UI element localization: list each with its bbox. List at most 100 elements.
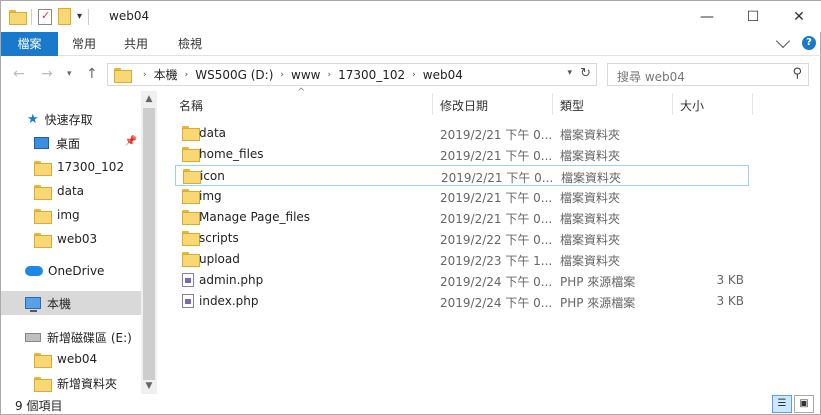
address-bar[interactable]: › 本機 › WS500G (D:) › www › 17300_102 › w… [107,63,597,86]
back-button[interactable]: ← [13,66,25,82]
column-name[interactable]: 名稱 [179,97,203,114]
cloud-icon [25,266,43,276]
folder-icon [34,160,52,176]
ribbon-tabs: 檔案 常用 共用 檢視 ? [1,32,821,56]
chevron-down-icon[interactable]: ▾ [567,68,572,78]
pin-icon[interactable]: 📌 [125,136,137,147]
file-row[interactable]: data 2019/2/21 下午 0... 檔案資料夾 [175,123,749,144]
help-icon[interactable]: ? [802,36,816,50]
column-divider[interactable] [552,93,553,115]
toolbar-divider [31,8,32,25]
file-row[interactable]: Manage Page_files 2019/2/21 下午 0... 檔案資料… [175,207,749,228]
file-row[interactable]: index.php 2019/2/24 下午 0... PHP 來源檔案 3 K… [175,291,749,312]
file-date: 2019/2/21 下午 0... [440,128,553,142]
window-controls: — ☐ ✕ [684,1,821,32]
tab-file[interactable]: 檔案 [1,32,58,56]
file-row[interactable]: upload 2019/2/23 下午 1... 檔案資料夾 [175,249,749,270]
file-row[interactable]: icon 2019/2/21 下午 0... 檔案資料夾 [175,165,749,186]
up-button[interactable]: ↑ [86,66,98,82]
recent-locations-icon[interactable]: ▾ [67,69,72,79]
file-type: 檔案資料夾 [560,191,621,205]
large-icons-view-icon[interactable]: ▣ [794,395,814,413]
chevron-right-icon[interactable]: › [412,70,416,80]
folder-icon[interactable] [9,10,27,25]
ribbon-controls: ? [775,33,816,50]
nav-pane-scrollbar[interactable]: ▲ ▼ [141,91,157,394]
scroll-down-icon[interactable]: ▼ [141,378,157,394]
refresh-icon[interactable]: ↻ [580,66,591,81]
nav-item-label: 本機 [47,296,72,311]
breadcrumb-item[interactable]: 本機 [154,66,178,83]
breadcrumb-item[interactable]: 17300_102 [338,68,405,82]
nav-item-web03[interactable]: web03 [1,227,141,251]
search-icon[interactable]: ⚲ [792,66,802,81]
computer-icon [25,297,41,312]
drive-icon [25,332,41,342]
folder-icon [182,252,200,267]
tab-home[interactable]: 常用 [58,32,110,56]
minimize-button[interactable]: — [684,1,730,32]
view-switcher: ☰ ▣ [772,395,814,413]
file-type: 檔案資料夾 [560,149,621,163]
expand-ribbon-icon[interactable] [775,33,791,49]
chevron-right-icon[interactable]: › [280,70,284,80]
column-divider[interactable] [672,93,673,115]
column-divider[interactable] [752,93,753,115]
scrollbar-thumb[interactable] [143,108,155,380]
file-name: icon [200,169,225,183]
breadcrumb-item[interactable]: web04 [423,68,463,82]
properties-icon[interactable] [38,8,52,25]
nav-item-img[interactable]: img [1,203,141,227]
new-folder-icon[interactable] [58,8,71,25]
nav-item-label: 新增磁碟區 (E:) [47,330,132,345]
title-bar: ▾ web04 — ☐ ✕ [1,1,821,32]
customize-toolbar-icon[interactable]: ▾ [77,11,82,22]
breadcrumb-item[interactable]: WS500G (D:) [195,68,273,82]
file-row[interactable]: admin.php 2019/2/24 下午 0... PHP 來源檔案 3 K… [175,270,749,291]
php-file-icon [182,294,194,308]
forward-button[interactable]: → [41,66,53,82]
folder-icon [182,210,200,225]
nav-item-onedrive[interactable]: OneDrive [1,259,141,283]
chevron-right-icon[interactable]: › [143,70,147,80]
nav-item-desktop[interactable]: 桌面 📌 [1,131,141,155]
folder-icon [182,231,200,246]
nav-item-this-pc[interactable]: 本機 [1,291,141,315]
file-type: 檔案資料夾 [561,171,622,185]
file-name: index.php [199,294,259,308]
nav-item-label: web04 [57,352,98,366]
nav-item-17300-102[interactable]: 17300_102 [1,155,141,179]
nav-item-label: 17300_102 [57,160,125,174]
file-date: 2019/2/23 下午 1... [440,254,553,268]
nav-item-web04[interactable]: web04 [1,347,141,371]
nav-item-new-folder[interactable]: 新增資料夾 [1,371,141,394]
search-box[interactable]: 搜尋 web04 ⚲ [607,63,809,86]
file-name: admin.php [199,273,264,287]
column-size[interactable]: 大小 [680,97,704,114]
chevron-right-icon[interactable]: › [185,70,189,80]
details-view-icon[interactable]: ☰ [772,395,792,413]
column-type[interactable]: 類型 [560,97,584,114]
file-date: 2019/2/24 下午 0... [440,296,553,310]
search-input[interactable]: 搜尋 web04 [617,68,685,85]
file-row[interactable]: scripts 2019/2/22 下午 0... 檔案資料夾 [175,228,749,249]
breadcrumb-item[interactable]: www [291,68,320,82]
chevron-right-icon[interactable]: › [327,70,331,80]
column-date[interactable]: 修改日期 [440,97,488,114]
file-row[interactable]: img 2019/2/21 下午 0... 檔案資料夾 [175,186,749,207]
nav-item-drive-e[interactable]: 新增磁碟區 (E:) [1,325,141,349]
tab-share[interactable]: 共用 [110,32,162,56]
nav-item-quick-access[interactable]: ★ 快速存取 [1,107,141,131]
nav-item-data[interactable]: data [1,179,141,203]
file-row[interactable]: home_files 2019/2/21 下午 0... 檔案資料夾 [175,144,749,165]
file-name: home_files [199,147,264,161]
scroll-up-icon[interactable]: ▲ [141,91,157,107]
tab-view[interactable]: 檢視 [162,32,218,56]
close-button[interactable]: ✕ [776,1,821,32]
file-type: PHP 來源檔案 [560,275,636,289]
file-list: ^ 名稱 修改日期 類型 大小 data 2019/2/21 下午 0... 檔… [159,87,821,394]
nav-item-label: 桌面 [56,136,81,151]
folder-icon [182,189,200,204]
column-divider[interactable] [432,93,433,115]
maximize-button[interactable]: ☐ [730,1,776,32]
